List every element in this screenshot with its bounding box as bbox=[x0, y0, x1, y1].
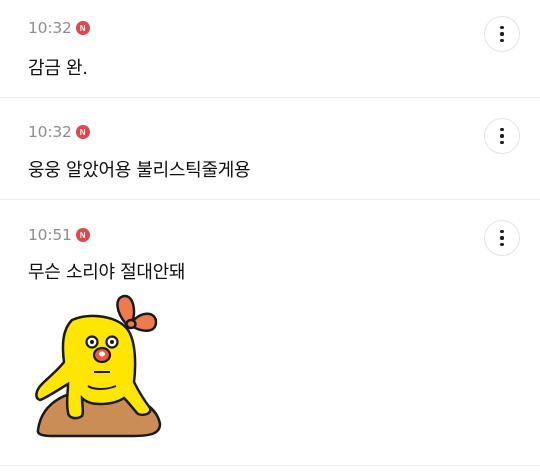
message-time: 10:32 bbox=[28, 19, 72, 37]
more-vertical-icon bbox=[500, 128, 504, 132]
message-text: 감금 완. bbox=[28, 58, 88, 79]
more-vertical-icon bbox=[500, 230, 504, 234]
sticker-beak bbox=[92, 346, 112, 364]
message-meta: 10:51 N bbox=[28, 225, 90, 245]
yellow-chick-sticker bbox=[35, 294, 162, 438]
more-vertical-icon bbox=[500, 26, 504, 30]
new-badge-icon: N bbox=[75, 21, 90, 35]
new-badge-icon: N bbox=[75, 228, 90, 242]
message-text: 무슨 소리야 절대안돼 bbox=[28, 262, 186, 283]
message-feed: 10:32 N 감금 완. 10:32 N 웅웅 알았어용 불리스틱줄게용 10… bbox=[0, 0, 540, 471]
message-meta: 10:32 N bbox=[28, 18, 90, 38]
new-badge-icon: N bbox=[75, 125, 90, 139]
more-options-button[interactable] bbox=[484, 118, 520, 154]
more-vertical-icon-dot bbox=[500, 236, 504, 240]
message-text: 웅웅 알았어용 불리스틱줄게용 bbox=[28, 160, 251, 181]
message-item: 10:32 N 웅웅 알았어용 불리스틱줄게용 bbox=[0, 98, 540, 200]
more-vertical-icon-dot bbox=[500, 242, 504, 246]
message-item: 10:32 N 감금 완. bbox=[0, 0, 540, 98]
more-vertical-icon-dot bbox=[500, 134, 504, 138]
message-time: 10:32 bbox=[28, 123, 72, 141]
message-meta: 10:32 N bbox=[28, 122, 90, 142]
more-vertical-icon-dot bbox=[500, 140, 504, 144]
more-options-button[interactable] bbox=[484, 220, 520, 256]
more-options-button[interactable] bbox=[484, 16, 520, 52]
more-vertical-icon-dot bbox=[500, 38, 504, 42]
more-vertical-icon-dot bbox=[500, 32, 504, 36]
message-time: 10:51 bbox=[28, 226, 72, 244]
